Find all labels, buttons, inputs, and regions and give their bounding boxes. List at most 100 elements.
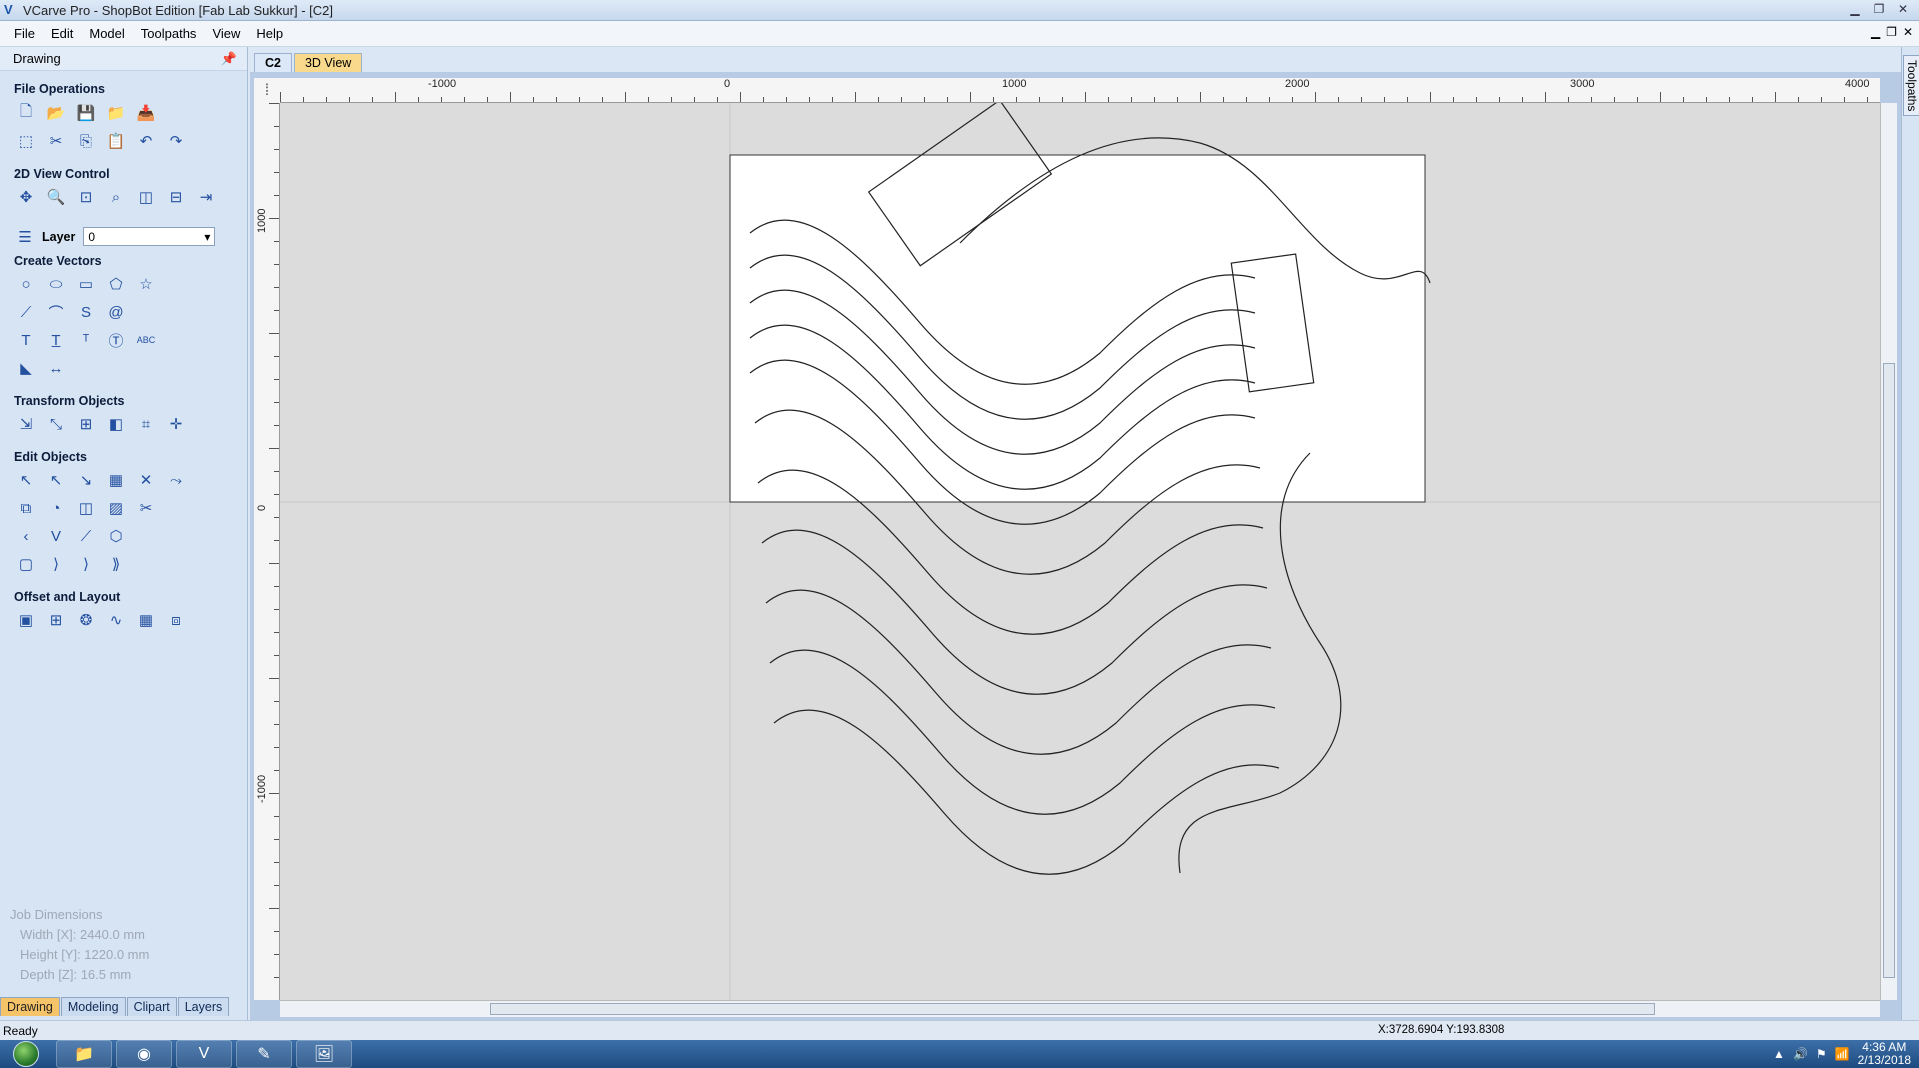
open-file-icon[interactable]: 📂: [44, 101, 68, 125]
horizontal-scrollbar[interactable]: [280, 1000, 1880, 1017]
drawing-canvas[interactable]: [280, 103, 1880, 1000]
paste-icon[interactable]: 📋: [104, 129, 128, 153]
zoom-box-icon[interactable]: ⌕: [104, 185, 128, 209]
array-copy-icon[interactable]: ⊞: [44, 608, 68, 632]
doc-minimize-icon[interactable]: ▁: [1871, 25, 1880, 39]
fillet-icon[interactable]: ⤳: [164, 468, 188, 492]
intersect-icon[interactable]: ◫: [74, 496, 98, 520]
zoom-extents-icon[interactable]: ⊡: [74, 185, 98, 209]
explorer-icon[interactable]: 📁: [56, 1040, 112, 1068]
chrome-icon[interactable]: ◉: [116, 1040, 172, 1068]
save-icon[interactable]: 💾: [74, 101, 98, 125]
weld-icon[interactable]: ⧉: [14, 496, 38, 520]
toolpaths-tab[interactable]: Toolpaths: [1903, 55, 1919, 117]
auto-layout-text-icon[interactable]: Ⓣ: [104, 328, 128, 352]
tab-modeling[interactable]: Modeling: [60, 997, 126, 1016]
new-file-icon[interactable]: 🗋: [14, 101, 38, 125]
select-icon[interactable]: ↖: [14, 468, 38, 492]
vertical-scroll-thumb[interactable]: [1883, 363, 1895, 978]
tab-c2[interactable]: C2: [254, 53, 292, 72]
image-viewer-icon[interactable]: 🖼: [296, 1040, 352, 1068]
scale-icon[interactable]: ⤡: [44, 412, 68, 436]
menu-help[interactable]: Help: [248, 26, 291, 41]
curve-icon[interactable]: S: [74, 300, 98, 324]
align-icon[interactable]: ⊞: [74, 412, 98, 436]
subtract-icon[interactable]: ◔: [44, 496, 68, 520]
line-tool-icon[interactable]: ⟋: [74, 524, 98, 548]
horizontal-scroll-thumb[interactable]: [490, 1003, 1655, 1015]
open-folder-icon[interactable]: 📁: [104, 101, 128, 125]
network-icon[interactable]: 📶: [1835, 1047, 1850, 1061]
tab-drawing[interactable]: Drawing: [0, 997, 60, 1016]
doc-restore-icon[interactable]: ❐: [1886, 25, 1897, 39]
minimize-icon[interactable]: ▁: [1843, 0, 1867, 18]
menu-edit[interactable]: Edit: [43, 26, 81, 41]
close-icon[interactable]: ✕: [1891, 0, 1915, 18]
polygon-icon[interactable]: ⬠: [104, 272, 128, 296]
notepad-icon[interactable]: ✎: [236, 1040, 292, 1068]
mirror-icon[interactable]: ◧: [104, 412, 128, 436]
select-all-icon[interactable]: ⬚: [14, 129, 38, 153]
tab-3d-view[interactable]: 3D View: [293, 53, 363, 72]
grid-layout-icon[interactable]: ▦: [134, 608, 158, 632]
split-view-icon[interactable]: ◫: [134, 185, 158, 209]
zoom-icon[interactable]: 🔍: [44, 185, 68, 209]
close-vector-icon[interactable]: ⟩: [44, 552, 68, 576]
menu-file[interactable]: File: [6, 26, 43, 41]
text-on-curve-icon[interactable]: ᵀ: [74, 328, 98, 352]
trim-icon[interactable]: ▨: [104, 496, 128, 520]
delete-nodes-icon[interactable]: ✕: [134, 468, 158, 492]
star-icon[interactable]: ☆: [134, 272, 158, 296]
ruler-corner-icon[interactable]: ⁞: [254, 78, 280, 103]
closed-shape-icon[interactable]: ⬡: [104, 524, 128, 548]
menu-view[interactable]: View: [204, 26, 248, 41]
vertical-scrollbar[interactable]: [1880, 103, 1897, 1000]
ellipse-icon[interactable]: ⬭: [44, 272, 68, 296]
interactive-select-icon[interactable]: ▦: [104, 468, 128, 492]
vcarve-icon[interactable]: V: [176, 1040, 232, 1068]
smooth-icon[interactable]: ⟫: [104, 552, 128, 576]
tray-expand-icon[interactable]: ▲: [1773, 1047, 1785, 1061]
distort-icon[interactable]: ⌗: [134, 412, 158, 436]
text-icon[interactable]: T: [14, 328, 38, 352]
import-icon[interactable]: 📥: [134, 101, 158, 125]
toggle-3d-icon[interactable]: ⇥: [194, 185, 218, 209]
arc-icon[interactable]: ⌒: [44, 300, 68, 324]
cut-icon[interactable]: ✂: [44, 129, 68, 153]
redo-icon[interactable]: ↷: [164, 129, 188, 153]
dimension-icon[interactable]: ◣: [14, 356, 38, 380]
join-icon[interactable]: ‹: [14, 524, 38, 548]
flag-icon[interactable]: ⚑: [1816, 1047, 1827, 1061]
rectangle-icon[interactable]: ▭: [74, 272, 98, 296]
transform-select-icon[interactable]: ↘: [74, 468, 98, 492]
layer-dropdown[interactable]: 0 ▾: [83, 227, 216, 246]
tab-layers[interactable]: Layers: [177, 997, 230, 1016]
pan-icon[interactable]: ✥: [14, 185, 38, 209]
extend-icon[interactable]: ⟩: [74, 552, 98, 576]
offset-shape-icon[interactable]: ▢: [14, 552, 38, 576]
horizontal-split-icon[interactable]: ⊟: [164, 185, 188, 209]
doc-close-icon[interactable]: ✕: [1903, 25, 1913, 39]
circle-icon[interactable]: ○: [14, 272, 38, 296]
volume-icon[interactable]: 🔊: [1793, 1047, 1808, 1061]
circular-array-icon[interactable]: ❂: [74, 608, 98, 632]
vertex-icon[interactable]: V: [44, 524, 68, 548]
menu-toolpaths[interactable]: Toolpaths: [133, 26, 205, 41]
start-button[interactable]: [0, 1040, 52, 1068]
offset-icon[interactable]: ▣: [14, 608, 38, 632]
menu-model[interactable]: Model: [81, 26, 132, 41]
tab-clipart[interactable]: Clipart: [126, 997, 177, 1016]
nesting-icon[interactable]: ⧈: [164, 608, 188, 632]
polyline-icon[interactable]: ⟋: [14, 300, 38, 324]
spell-check-icon[interactable]: ABC: [134, 328, 158, 352]
measure-icon[interactable]: ↔: [44, 356, 68, 380]
copy-icon[interactable]: ⎘: [74, 129, 98, 153]
restore-icon[interactable]: ❐: [1867, 0, 1891, 18]
text-box-icon[interactable]: T̲: [44, 328, 68, 352]
pin-icon[interactable]: 📌: [221, 51, 237, 67]
set-origin-icon[interactable]: ✛: [164, 412, 188, 436]
node-edit-icon[interactable]: ↖: [44, 468, 68, 492]
undo-icon[interactable]: ↶: [134, 129, 158, 153]
scissors-icon[interactable]: ✂: [134, 496, 158, 520]
clock[interactable]: 4:36 AM 2/13/2018: [1858, 1041, 1911, 1067]
